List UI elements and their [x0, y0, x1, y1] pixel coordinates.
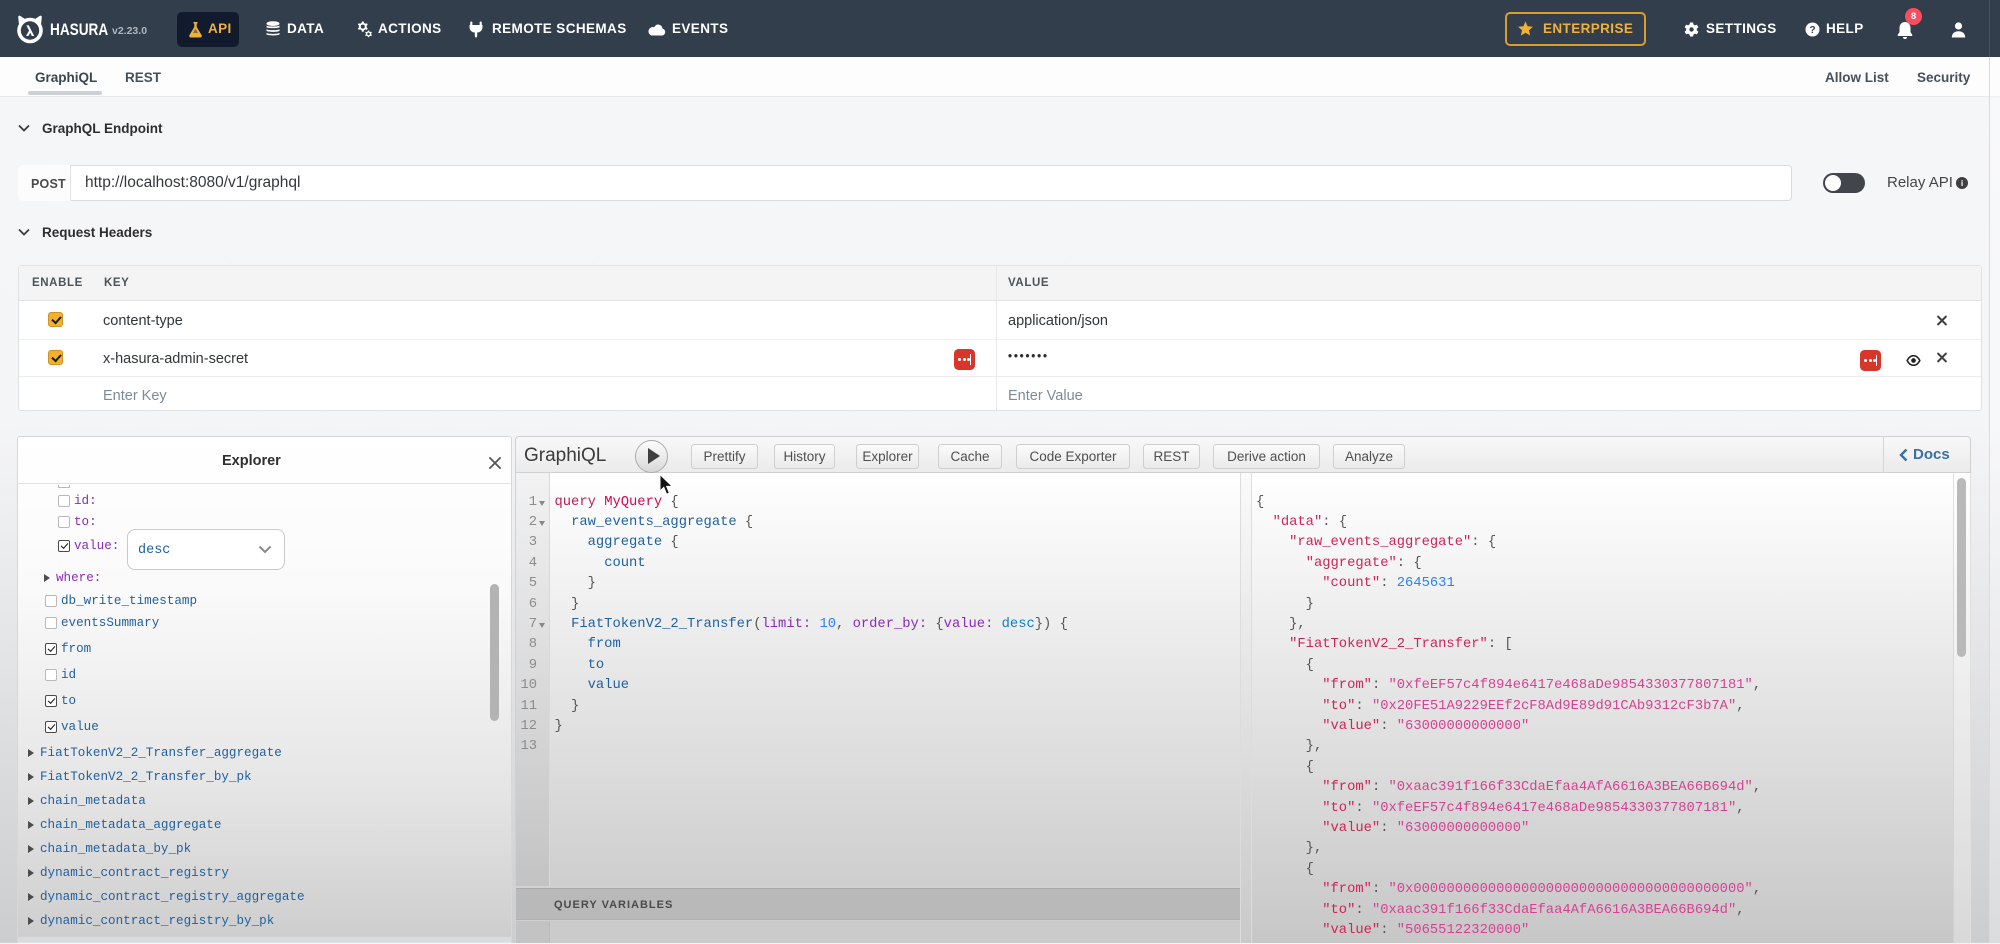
svg-text:?: ? — [1809, 25, 1815, 36]
